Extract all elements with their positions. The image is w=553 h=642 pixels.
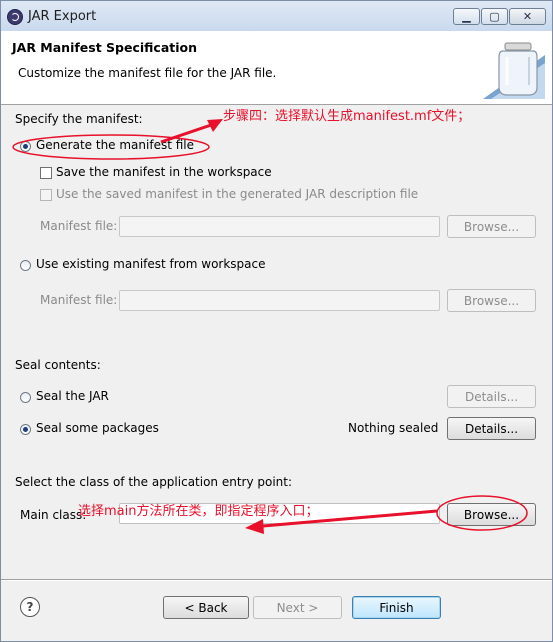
next-button[interactable]: Next > bbox=[253, 596, 342, 619]
help-icon[interactable]: ? bbox=[20, 597, 40, 617]
seal-jar-label[interactable]: Seal the JAR bbox=[36, 389, 109, 403]
seal-status-text: Nothing sealed bbox=[348, 421, 439, 435]
seal-packages-radio[interactable] bbox=[20, 424, 31, 435]
manifest-browse-button-1[interactable]: Browse... bbox=[447, 215, 536, 238]
save-manifest-label[interactable]: Save the manifest in the workspace bbox=[56, 165, 272, 179]
finish-button[interactable]: Finish bbox=[352, 596, 441, 619]
seal-jar-radio[interactable] bbox=[20, 392, 31, 403]
wizard-content: Specify the manifest: Generate the manif… bbox=[1, 105, 552, 579]
seal-packages-label[interactable]: Seal some packages bbox=[36, 421, 159, 435]
seal-packages-details-button[interactable]: Details... bbox=[447, 417, 536, 440]
page-title: JAR Manifest Specification bbox=[12, 40, 198, 55]
main-class-label: Main class: bbox=[20, 508, 87, 522]
wizard-banner: JAR Manifest Specification Customize the… bbox=[1, 31, 552, 105]
footer-separator bbox=[1, 579, 552, 581]
main-class-browse-button[interactable]: Browse... bbox=[447, 503, 536, 526]
save-manifest-checkbox[interactable] bbox=[40, 167, 52, 179]
manifest-browse-button-2[interactable]: Browse... bbox=[447, 289, 536, 312]
jar-export-window: JAR Export ▁ ▢ ✕ JAR Manifest Specificat… bbox=[0, 0, 553, 642]
use-saved-manifest-label: Use the saved manifest in the generated … bbox=[56, 187, 419, 201]
annotation-main-class: 选择main方法所在类，即指定程序入口； bbox=[78, 504, 319, 519]
maximize-button[interactable]: ▢ bbox=[481, 8, 508, 25]
generate-manifest-radio[interactable] bbox=[20, 141, 31, 152]
minimize-button[interactable]: ▁ bbox=[453, 8, 480, 25]
use-existing-manifest-label[interactable]: Use existing manifest from workspace bbox=[36, 257, 266, 271]
seal-section-label: Seal contents: bbox=[15, 358, 101, 372]
manifest-section-label: Specify the manifest: bbox=[15, 112, 143, 126]
manifest-file-label-1: Manifest file: bbox=[40, 219, 118, 233]
manifest-file-input-1[interactable] bbox=[119, 216, 440, 237]
use-existing-manifest-radio[interactable] bbox=[20, 260, 31, 271]
manifest-file-label-2: Manifest file: bbox=[40, 293, 118, 307]
eclipse-icon bbox=[7, 9, 23, 25]
back-button[interactable]: < Back bbox=[163, 596, 249, 619]
title-bar: JAR Export ▁ ▢ ✕ bbox=[1, 1, 552, 31]
page-description: Customize the manifest file for the JAR … bbox=[18, 66, 277, 80]
seal-jar-details-button[interactable]: Details... bbox=[447, 385, 536, 408]
manifest-file-input-2[interactable] bbox=[119, 290, 440, 311]
window-title: JAR Export bbox=[28, 9, 97, 24]
generate-manifest-label[interactable]: Generate the manifest file bbox=[36, 138, 194, 152]
annotation-step-four: 步骤四：选择默认生成manifest.mf文件； bbox=[223, 109, 471, 124]
jar-icon bbox=[483, 42, 545, 99]
use-saved-manifest-checkbox[interactable] bbox=[40, 189, 52, 201]
entry-point-section-label: Select the class of the application entr… bbox=[15, 475, 293, 489]
close-button[interactable]: ✕ bbox=[509, 8, 546, 25]
